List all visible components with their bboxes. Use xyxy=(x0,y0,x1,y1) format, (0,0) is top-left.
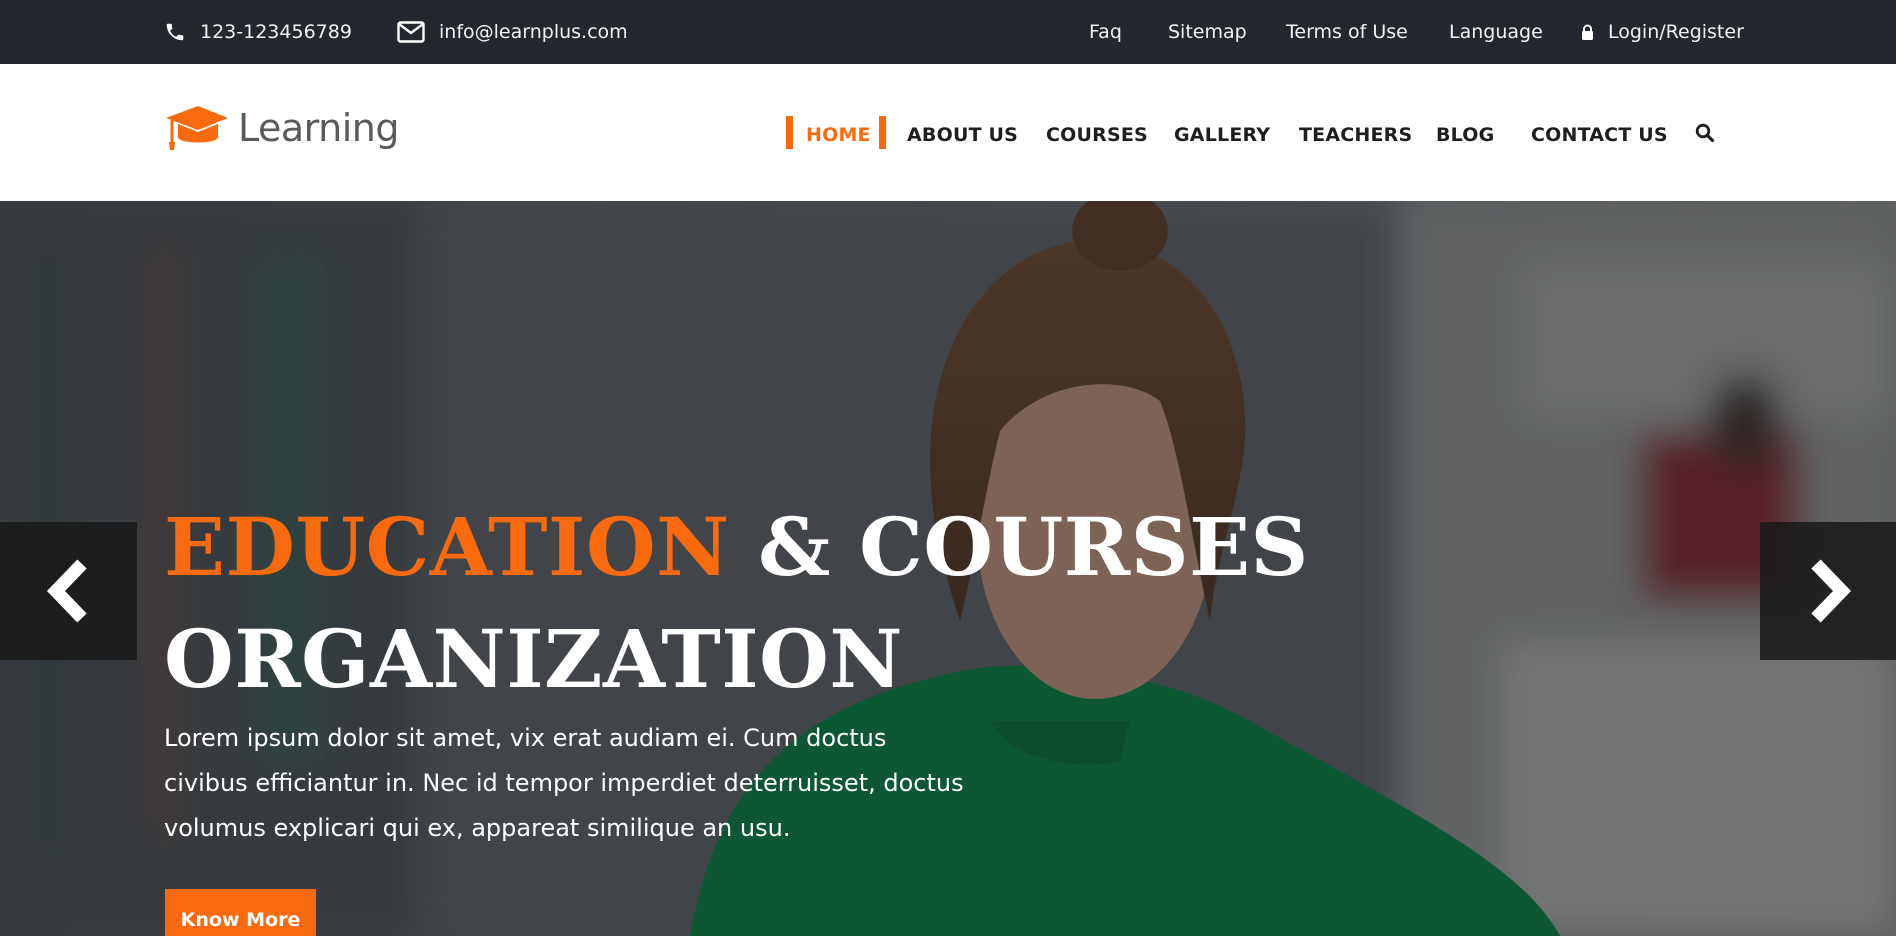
envelope-icon xyxy=(397,21,425,43)
nav-item-contact-us[interactable]: CONTACT US xyxy=(1531,116,1668,154)
hero-title: EDUCATION & COURSES ORGANIZATION xyxy=(164,491,1364,715)
faq-link[interactable]: Faq xyxy=(1089,0,1122,64)
login-register-link[interactable]: Login/Register xyxy=(1581,0,1744,64)
nav-item-blog[interactable]: BLOG xyxy=(1436,116,1494,154)
email-address: info@learnplus.com xyxy=(439,21,628,43)
hero-slider: EDUCATION & COURSES ORGANIZATION Lorem i… xyxy=(0,201,1896,936)
main-nav: HOME ABOUT US COURSES GALLERY TEACHERS B… xyxy=(0,116,1896,154)
sitemap-link[interactable]: Sitemap xyxy=(1168,0,1247,64)
site-header: Learning HOME ABOUT US COURSES GALLERY T… xyxy=(0,64,1896,201)
login-register-label: Login/Register xyxy=(1608,21,1744,43)
chevron-left-icon xyxy=(46,559,87,623)
phone-icon xyxy=(164,21,186,43)
slider-prev-button[interactable] xyxy=(0,522,137,660)
email-contact[interactable]: info@learnplus.com xyxy=(397,0,628,64)
lock-icon xyxy=(1581,24,1594,41)
hero-title-accent: EDUCATION xyxy=(164,500,730,594)
chevron-right-icon xyxy=(1810,559,1851,623)
language-link[interactable]: Language xyxy=(1449,0,1543,64)
slider-next-button[interactable] xyxy=(1760,522,1896,660)
search-icon xyxy=(1695,123,1715,143)
nav-item-teachers[interactable]: TEACHERS xyxy=(1299,116,1412,154)
nav-item-home[interactable]: HOME xyxy=(806,116,871,154)
nav-item-courses[interactable]: COURSES xyxy=(1046,116,1148,154)
top-bar: 123-123456789 info@learnplus.com Faq Sit… xyxy=(0,0,1896,64)
phone-contact: 123-123456789 xyxy=(164,0,352,64)
hero-description: Lorem ipsum dolor sit amet, vix erat aud… xyxy=(164,724,964,842)
terms-link[interactable]: Terms of Use xyxy=(1286,0,1408,64)
know-more-button[interactable]: Know More xyxy=(165,889,316,936)
nav-item-about-us[interactable]: ABOUT US xyxy=(907,116,1018,154)
hero-title-line2: ORGANIZATION xyxy=(164,612,903,706)
nav-item-gallery[interactable]: GALLERY xyxy=(1174,116,1270,154)
hero-title-rest: & COURSES xyxy=(729,500,1309,594)
phone-number: 123-123456789 xyxy=(200,21,352,43)
search-button[interactable] xyxy=(1692,120,1718,146)
